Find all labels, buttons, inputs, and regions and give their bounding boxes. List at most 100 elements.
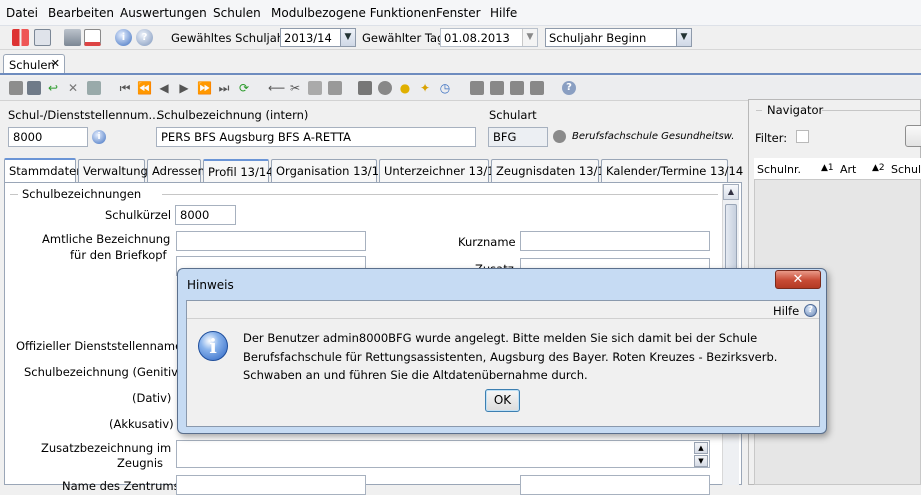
new-record-icon[interactable] xyxy=(9,81,23,95)
help-icon[interactable]: ? xyxy=(136,29,153,46)
refresh-icon[interactable]: ⟳ xyxy=(237,81,251,95)
preview-icon[interactable] xyxy=(378,81,392,95)
akkusativ-label: (Akkusativ) xyxy=(109,417,174,431)
dialog-title: Hinweis xyxy=(187,278,234,292)
report-icon[interactable] xyxy=(470,81,484,95)
menu-datei[interactable]: Datei xyxy=(6,6,38,20)
schuljahr-mode-select[interactable]: Schuljahr Beginn ▼ xyxy=(545,28,692,47)
tab-unterzeichner[interactable]: Unterzeichner 13/14 xyxy=(379,159,502,182)
menu-fenster[interactable]: Fenster xyxy=(436,6,481,20)
schulkuerzel-field[interactable]: 8000 xyxy=(175,205,236,225)
copy-window-icon[interactable] xyxy=(64,29,81,46)
close-icon: ✕ xyxy=(792,272,804,287)
scroll-up-icon[interactable]: ▲ xyxy=(723,184,739,200)
tab-verwaltung[interactable]: Verwaltung xyxy=(78,159,148,182)
dialog-close-button[interactable]: ✕ xyxy=(775,270,821,289)
tab-zeugnisdaten[interactable]: Zeugnisdaten 13/14 xyxy=(491,159,612,182)
help-icon[interactable]: ? xyxy=(562,81,576,95)
sort-asc-icon: ▲1 xyxy=(821,163,834,173)
navigator-divider xyxy=(756,110,762,111)
calendar-icon[interactable] xyxy=(84,29,101,46)
paste-icon[interactable] xyxy=(328,81,342,95)
undo-icon[interactable]: ↩ xyxy=(46,81,60,95)
books-icon[interactable] xyxy=(12,29,29,46)
info-icon: i xyxy=(198,331,228,361)
tab-profil[interactable]: Profil 13/14 xyxy=(203,159,273,182)
details-icon[interactable] xyxy=(87,81,101,95)
copy-icon[interactable] xyxy=(308,81,322,95)
wand-icon[interactable]: ✦ xyxy=(418,81,432,95)
prev-page-icon[interactable]: ⏪ xyxy=(137,81,152,95)
offizieller-dienststellenname-label: Offizieller Dienststellenname xyxy=(16,339,183,353)
schuljahr-select[interactable]: 2013/14 ▼ xyxy=(280,28,356,47)
info-icon[interactable]: i xyxy=(115,29,132,46)
tab-kalender-termine[interactable]: Kalender/Termine 13/14 xyxy=(601,159,743,182)
schulnr-field[interactable]: 8000 xyxy=(8,127,88,147)
filter-button[interactable] xyxy=(905,125,921,147)
navigator-divider xyxy=(822,110,921,111)
kurzname-field[interactable] xyxy=(520,231,710,251)
menu-auswertungen[interactable]: Auswertungen xyxy=(120,6,207,20)
column-art[interactable]: Art xyxy=(840,163,856,176)
export-icon[interactable] xyxy=(510,81,524,95)
tag-date-field[interactable]: 01.08.2013 ▼ xyxy=(440,28,538,47)
info-icon[interactable]: i xyxy=(92,130,106,144)
tab-adressen[interactable]: Adressen xyxy=(147,159,205,182)
filter-label: Filter: xyxy=(755,131,788,145)
schulart-description: Berufsfachschule Gesundheitsw. xyxy=(572,131,735,142)
section-divider xyxy=(10,194,18,195)
schulnr-label: Schul-/Dienststellennum... xyxy=(8,108,160,122)
amtliche-bezeichnung-label: Amtliche Bezeichnung xyxy=(42,232,171,246)
filter-checkbox[interactable] xyxy=(796,130,809,143)
tab-stammdaten[interactable]: Stammdaten xyxy=(4,158,83,182)
section-divider xyxy=(162,194,718,195)
chevron-down-icon[interactable]: ▼ xyxy=(340,29,355,46)
column-schulnr[interactable]: Schulnr. xyxy=(757,163,801,176)
chevron-down-icon[interactable]: ▼ xyxy=(694,455,708,467)
delete-icon[interactable]: ✕ xyxy=(66,81,80,95)
first-record-icon[interactable]: ⏮ xyxy=(118,81,132,95)
lightbulb-icon[interactable]: ● xyxy=(398,81,412,95)
section-title: Schulbezeichnungen xyxy=(22,187,142,201)
save-icon[interactable] xyxy=(27,81,41,95)
menu-hilfe[interactable]: Hilfe xyxy=(490,6,517,20)
main-toolbar: i ? Gewähltes Schuljahr 2013/14 ▼ Gewähl… xyxy=(0,26,921,50)
clock-icon[interactable]: ◷ xyxy=(438,81,452,95)
next-record-icon[interactable]: ▶ xyxy=(177,81,191,95)
next-page-icon[interactable]: ⏩ xyxy=(197,81,212,95)
schulbezeichnung-field[interactable]: PERS BFS Augsburg BFS A-RETTA xyxy=(156,127,476,147)
navigator-title: Navigator xyxy=(767,103,824,117)
tab-organisation[interactable]: Organisation 13/14 xyxy=(271,159,386,182)
tab-schulen[interactable]: Schulen ✕ xyxy=(3,54,65,74)
dialog-message: Der Benutzer admin8000BFG wurde angelegt… xyxy=(243,331,778,382)
prev-record-icon[interactable]: ◀ xyxy=(157,81,171,95)
zusatzbezeichnung-textarea[interactable] xyxy=(176,440,710,468)
menu-schulen[interactable]: Schulen xyxy=(213,6,261,20)
schulkuerzel-label: Schulkürzel xyxy=(105,208,172,222)
amtliche-bezeichnung-field[interactable] xyxy=(176,231,366,251)
cut-icon[interactable]: ✂ xyxy=(288,81,302,95)
archive-icon[interactable] xyxy=(490,81,504,95)
chevron-down-icon[interactable]: ▼ xyxy=(676,29,691,46)
zusatzbezeichnung-label-2: Zeugnis xyxy=(117,456,164,470)
tag-label: Gewählter Tag xyxy=(362,31,445,45)
zusatzbezeichnung-label: Zusatzbezeichnung im xyxy=(41,441,172,455)
ok-button[interactable]: OK xyxy=(485,389,520,412)
tab-underline xyxy=(0,73,921,75)
chevron-up-icon[interactable]: ▲ xyxy=(694,442,708,454)
menu-modulbezogene-funktionen[interactable]: Modulbezogene Funktionen xyxy=(271,6,436,20)
last-record-icon[interactable]: ⏭ xyxy=(217,81,231,95)
menu-bearbeiten[interactable]: Bearbeiten xyxy=(48,6,114,20)
print-icon[interactable] xyxy=(358,81,372,95)
back-icon[interactable]: ⟵ xyxy=(268,81,285,95)
printer-list-icon[interactable] xyxy=(34,29,51,46)
zentrum-field-2[interactable] xyxy=(520,475,710,495)
zentrum-field[interactable] xyxy=(176,475,366,495)
dialog-help-link[interactable]: Hilfe xyxy=(773,304,799,318)
chevron-down-icon[interactable]: ▼ xyxy=(522,29,537,46)
kurzname-label: Kurzname xyxy=(458,235,516,249)
help-icon[interactable]: ? xyxy=(804,304,817,317)
column-schul[interactable]: Schul xyxy=(891,163,921,176)
import-icon[interactable] xyxy=(530,81,544,95)
close-icon[interactable]: ✕ xyxy=(51,57,60,70)
